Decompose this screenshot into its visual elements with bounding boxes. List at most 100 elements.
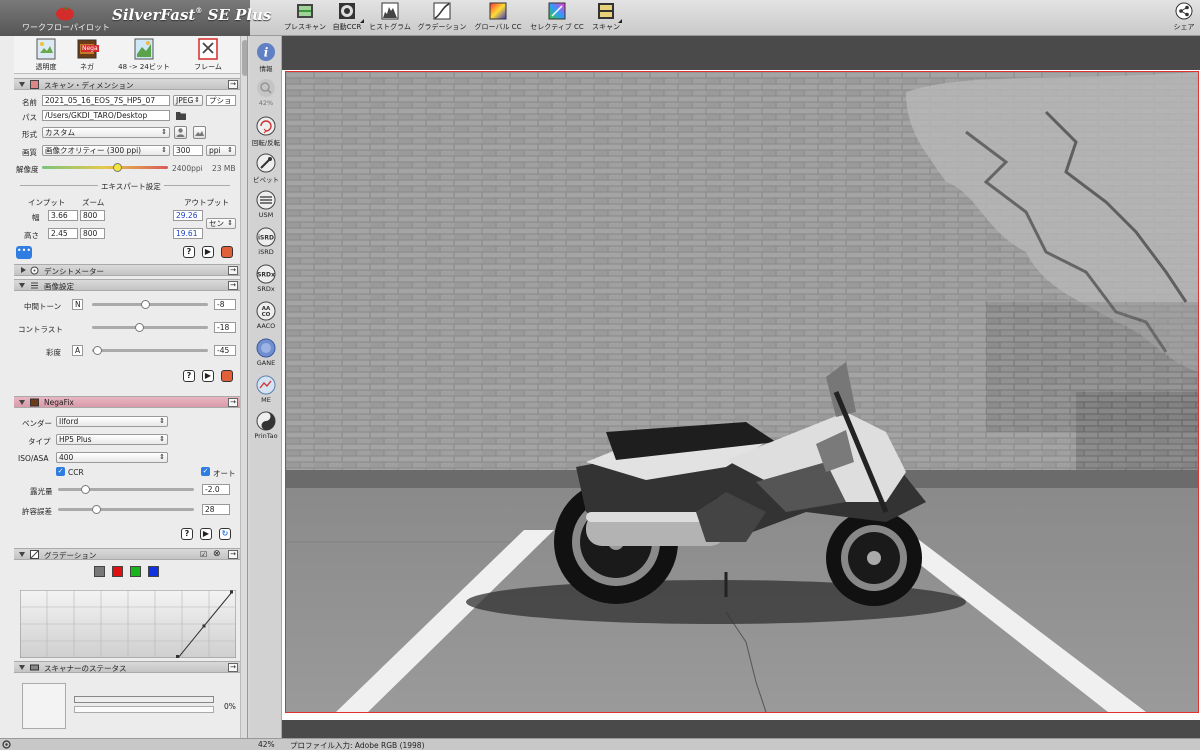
- iso-select[interactable]: 400: [56, 452, 168, 463]
- isrd-tool[interactable]: iSRD iSRD: [250, 227, 282, 256]
- pipette-tool[interactable]: ピペット: [250, 153, 282, 184]
- channel-red-swatch[interactable]: [112, 566, 123, 577]
- prescan-button[interactable]: プレスキャン: [283, 2, 327, 34]
- srdx-tool[interactable]: SRDx SRDx: [250, 264, 282, 293]
- info-tool[interactable]: i 情報: [250, 42, 282, 73]
- play-button[interactable]: ▶: [202, 370, 214, 382]
- help-button[interactable]: ?: [183, 370, 195, 382]
- ppi-field[interactable]: 300: [173, 145, 203, 156]
- scanner-status-header[interactable]: スキャナーのステータス →: [14, 661, 240, 673]
- saturation-mode-field[interactable]: A: [72, 345, 83, 356]
- histogram-label: ヒストグラム: [369, 23, 411, 31]
- option-field[interactable]: プショ: [206, 95, 236, 106]
- midtone-mode-field[interactable]: N: [72, 299, 83, 310]
- bitdepth-button[interactable]: 48 -> 24ビット: [114, 38, 174, 72]
- panel-detach-icon[interactable]: →: [228, 398, 238, 407]
- format-select[interactable]: JPEG: [173, 95, 203, 106]
- tolerance-slider-track[interactable]: [58, 508, 194, 511]
- exposure-slider-track[interactable]: [58, 488, 194, 491]
- reset-button[interactable]: [221, 370, 233, 382]
- contrast-value-field[interactable]: -18: [214, 322, 236, 333]
- height-input-field[interactable]: 2.45: [48, 228, 78, 239]
- midtone-value-field[interactable]: -8: [214, 299, 236, 310]
- resolution-slider-knob[interactable]: [113, 163, 123, 172]
- saturation-slider-track[interactable]: [92, 349, 208, 352]
- width-input-field[interactable]: 3.66: [48, 210, 78, 221]
- auto-checkbox[interactable]: ✓: [201, 467, 210, 476]
- saturation-slider-knob[interactable]: [93, 346, 103, 355]
- midtone-slider-knob[interactable]: [140, 300, 150, 309]
- resolution-slider-track[interactable]: [42, 166, 168, 169]
- panel-detach-icon[interactable]: →: [228, 80, 238, 89]
- saturation-value-field[interactable]: -45: [214, 345, 236, 356]
- scrollbar-thumb[interactable]: [242, 40, 247, 76]
- image-settings-header[interactable]: 画像設定 →: [14, 279, 240, 291]
- exposure-value-field[interactable]: -2.0: [202, 484, 230, 495]
- share-button[interactable]: シェア: [1170, 2, 1198, 32]
- help-button[interactable]: ?: [181, 528, 193, 540]
- panel-detach-icon[interactable]: →: [228, 663, 238, 672]
- settings-gear-icon[interactable]: [2, 740, 11, 749]
- gradation-enable-checkbox[interactable]: ☑: [200, 550, 207, 559]
- channel-gray-swatch[interactable]: [94, 566, 105, 577]
- densitometer-header[interactable]: デンシトメーター →: [14, 264, 240, 276]
- help-button[interactable]: ?: [183, 246, 195, 258]
- path-field[interactable]: /Users/GKDI_TARO/Desktop: [42, 110, 170, 121]
- film-type-select[interactable]: HP5 Plus: [56, 434, 168, 445]
- image-preset-button[interactable]: [193, 126, 206, 139]
- scan-button[interactable]: スキャン: [589, 2, 623, 34]
- histogram-button[interactable]: ヒストグラム: [368, 2, 412, 34]
- panel-detach-icon[interactable]: →: [228, 266, 238, 275]
- negative-button[interactable]: Nega ネガ: [69, 38, 105, 72]
- more-options-button[interactable]: •••: [16, 246, 32, 259]
- folder-icon[interactable]: [175, 110, 187, 121]
- left-panel-scrollbar[interactable]: [240, 36, 247, 738]
- filename-field[interactable]: 2021_05_16_EOS_7S_HP5_07: [42, 95, 170, 106]
- preview-canvas[interactable]: [282, 70, 1200, 720]
- width-output-field[interactable]: 29.26: [173, 210, 203, 221]
- tolerance-value-field[interactable]: 28: [202, 504, 230, 515]
- panel-detach-icon[interactable]: →: [228, 281, 238, 290]
- height-zoom-field[interactable]: 800: [80, 228, 105, 239]
- type-select[interactable]: カスタム: [42, 127, 170, 138]
- quality-select[interactable]: 画像クオリティー (300 ppi): [42, 145, 170, 156]
- selective-cc-button[interactable]: セレクティブ CC: [528, 2, 586, 34]
- zoom-tool[interactable]: 42%: [250, 78, 282, 107]
- usm-tool[interactable]: USM: [250, 190, 282, 219]
- transparency-button[interactable]: 透明度: [28, 38, 64, 72]
- play-button[interactable]: ▶: [202, 246, 214, 258]
- printao-tool[interactable]: PrinTao: [250, 411, 282, 440]
- contrast-slider-track[interactable]: [92, 326, 208, 329]
- frame-button[interactable]: フレーム: [190, 38, 226, 72]
- scan-dimension-header[interactable]: スキャン・ディメンション →: [14, 78, 240, 90]
- unit-select[interactable]: セン: [206, 218, 236, 229]
- exposure-slider-knob[interactable]: [80, 485, 90, 494]
- ccr-checkbox[interactable]: ✓: [56, 467, 65, 476]
- ppi-unit-select[interactable]: ppi: [206, 145, 236, 156]
- width-zoom-field[interactable]: 800: [80, 210, 105, 221]
- negafix-header[interactable]: NegaFix →: [14, 396, 240, 408]
- aaco-tool[interactable]: AA CO AACO: [250, 301, 282, 330]
- gradation-reset-icon[interactable]: ⊗: [213, 549, 221, 559]
- panel-detach-icon[interactable]: →: [228, 550, 238, 559]
- contrast-slider-knob[interactable]: [135, 323, 145, 332]
- midtone-slider-track[interactable]: [92, 303, 208, 306]
- gane-tool-label: GANE: [256, 359, 276, 367]
- gane-tool[interactable]: GANE: [250, 338, 282, 367]
- play-button[interactable]: ▶: [200, 528, 212, 540]
- gradation-button[interactable]: グラデーション: [416, 2, 468, 34]
- rotate-tool[interactable]: 回転/反転: [250, 116, 282, 147]
- gradation-header[interactable]: グラデーション ☑ ⊗ →: [14, 548, 240, 560]
- reset-button[interactable]: [221, 246, 233, 258]
- auto-ccr-button[interactable]: 自動CCR: [329, 2, 365, 34]
- channel-blue-swatch[interactable]: [148, 566, 159, 577]
- channel-green-swatch[interactable]: [130, 566, 141, 577]
- refresh-button[interactable]: ↻: [219, 528, 231, 540]
- gradation-curve-graph[interactable]: [20, 590, 236, 658]
- user-preset-button[interactable]: [174, 126, 187, 139]
- tolerance-slider-knob[interactable]: [91, 505, 101, 514]
- vendor-select[interactable]: Ilford: [56, 416, 168, 427]
- height-output-field[interactable]: 19.61: [173, 228, 203, 239]
- me-tool[interactable]: ME: [250, 375, 282, 404]
- global-cc-button[interactable]: グローバル CC: [473, 2, 523, 34]
